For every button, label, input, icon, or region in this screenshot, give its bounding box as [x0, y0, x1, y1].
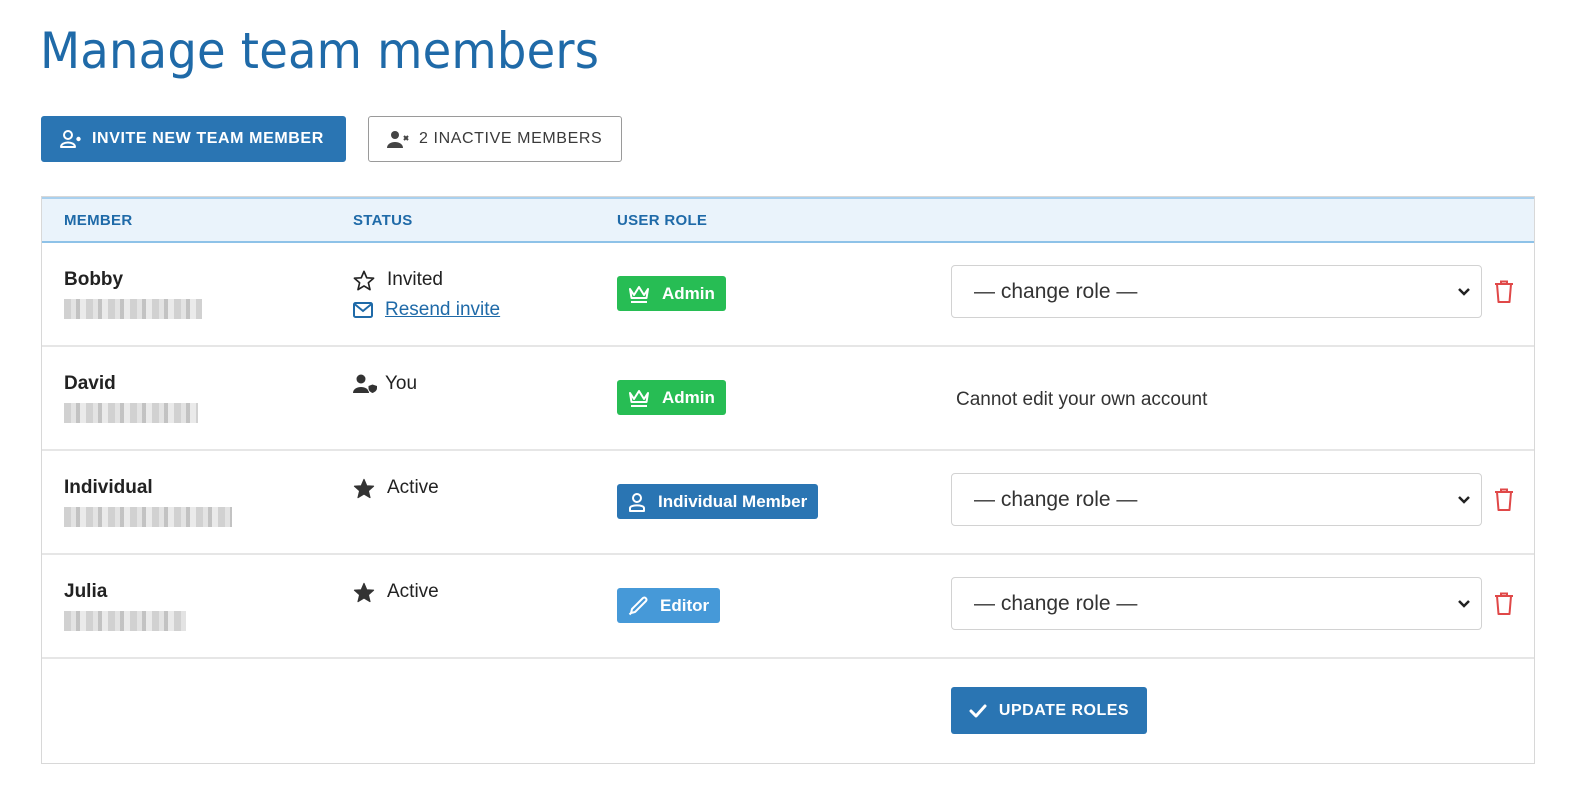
- change-role-value: — change role —: [974, 279, 1138, 303]
- member-status: Invited: [353, 269, 443, 291]
- member-status: Active: [353, 477, 439, 499]
- table-row: Individual Active Individual Member — ch…: [42, 451, 1534, 555]
- member-status: You: [353, 373, 417, 395]
- checkmark-icon: [969, 704, 987, 717]
- delete-member-trash-icon[interactable]: [1494, 488, 1514, 512]
- table-header: MEMBER STATUS USER ROLE: [42, 197, 1534, 243]
- change-role-select[interactable]: — change role —: [951, 265, 1482, 318]
- chevron-down-icon: [1458, 599, 1470, 608]
- change-role-value: — change role —: [974, 487, 1138, 511]
- crown-icon: [629, 389, 649, 407]
- change-role-value: — change role —: [974, 591, 1138, 615]
- resend-invite-label: Resend invite: [385, 299, 501, 320]
- user-remove-icon: [387, 131, 409, 148]
- cannot-edit-note: Cannot edit your own account: [956, 389, 1208, 410]
- table-row: Bobby Invited Resend invite Admin — chan…: [42, 243, 1534, 347]
- delete-member-trash-icon[interactable]: [1494, 592, 1514, 616]
- table-row: David You Admin Cannot edit your own acc…: [42, 347, 1534, 451]
- header-member: MEMBER: [64, 212, 133, 229]
- user-plus-icon: [60, 130, 81, 148]
- role-label: Admin: [662, 283, 715, 303]
- member-email-redacted: [64, 611, 186, 631]
- chevron-down-icon: [1458, 287, 1470, 296]
- change-role-select[interactable]: — change role —: [951, 473, 1482, 526]
- change-role-select[interactable]: — change role —: [951, 577, 1482, 630]
- member-name: Julia: [64, 581, 108, 602]
- user-icon: [629, 492, 645, 512]
- inactive-members-label: 2 INACTIVE MEMBERS: [419, 130, 603, 147]
- member-status: Active: [353, 581, 439, 603]
- delete-member-trash-icon[interactable]: [1494, 280, 1514, 304]
- envelope-icon: [353, 302, 373, 318]
- role-badge-editor: Editor: [617, 588, 721, 623]
- member-name: David: [64, 373, 116, 394]
- members-table: MEMBER STATUS USER ROLE Bobby Invited Re…: [41, 196, 1535, 764]
- member-name: Bobby: [64, 269, 124, 290]
- member-email-redacted: [64, 403, 198, 423]
- status-text: You: [385, 373, 418, 394]
- role-badge-individual-member: Individual Member: [617, 484, 819, 519]
- header-user-role: USER ROLE: [617, 212, 708, 229]
- invite-member-label: INVITE NEW TEAM MEMBER: [92, 130, 324, 147]
- table-row: Julia Active Editor — change role —: [42, 555, 1534, 659]
- star-solid-icon: [353, 478, 375, 498]
- chevron-down-icon: [1458, 495, 1470, 504]
- status-text: Active: [387, 581, 439, 602]
- invite-member-button[interactable]: INVITE NEW TEAM MEMBER: [41, 116, 346, 162]
- star-solid-icon: [353, 582, 375, 602]
- update-roles-label: UPDATE ROLES: [998, 701, 1130, 719]
- resend-invite-link[interactable]: Resend invite: [353, 299, 500, 321]
- inactive-members-button[interactable]: 2 INACTIVE MEMBERS: [368, 116, 622, 162]
- role-label: Individual Member: [658, 491, 808, 511]
- role-badge-admin: Admin: [617, 380, 726, 415]
- member-name: Individual: [64, 477, 153, 498]
- pen-icon: [628, 596, 648, 615]
- role-badge-admin: Admin: [617, 276, 726, 311]
- star-outline-icon: [353, 270, 375, 290]
- role-label: Editor: [660, 595, 710, 615]
- user-shield-icon: [353, 374, 378, 394]
- member-email-redacted: [64, 299, 202, 319]
- crown-icon: [629, 285, 649, 303]
- status-text: Invited: [387, 269, 443, 290]
- page-title: Manage team members: [40, 22, 600, 80]
- header-status: STATUS: [353, 212, 413, 229]
- status-text: Active: [387, 477, 439, 498]
- member-email-redacted: [64, 507, 232, 527]
- role-label: Admin: [662, 387, 715, 407]
- update-roles-button[interactable]: UPDATE ROLES: [951, 687, 1147, 734]
